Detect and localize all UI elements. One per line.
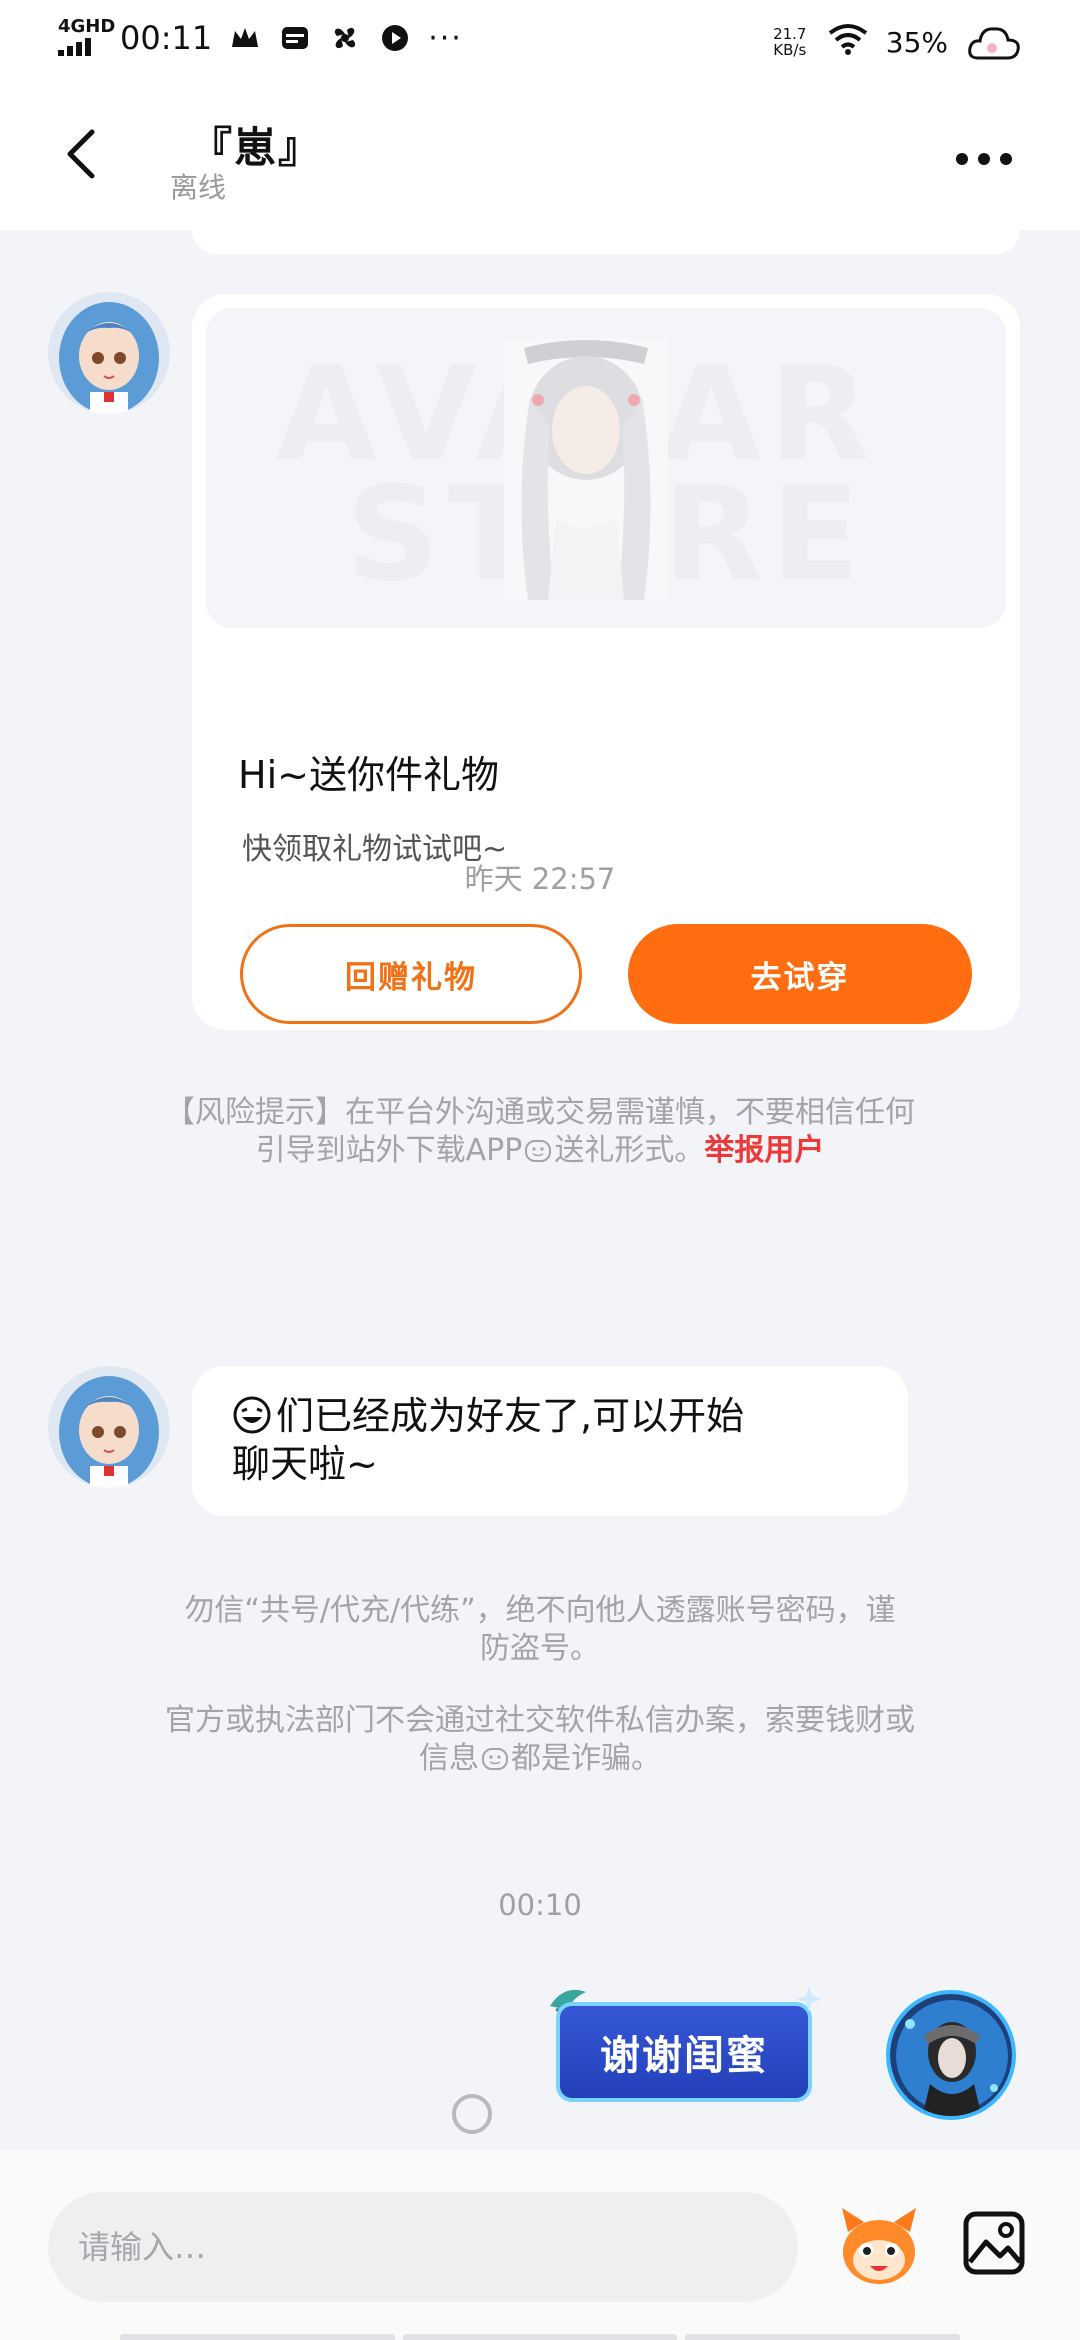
- risk-notice-line2-end: 送礼形式。: [554, 1133, 705, 1168]
- safety-notice-1: 勿信“共号/代充/代练”，绝不向他人透露账号密码，谨 防盗号。: [80, 1592, 1000, 1668]
- timestamp-yesterday: 昨天 22:57: [464, 862, 616, 896]
- safety-notice-2: 官方或执法部门不会通过社交软件私信办案，索要钱财或 信息 都是诈骗。: [80, 1702, 1000, 1778]
- contact-status: 离线: [170, 171, 227, 204]
- gift-preview-image[interactable]: AVATAR STORE: [206, 308, 1006, 628]
- safety-notice-2-line2-end: 都是诈骗。: [511, 1741, 661, 1776]
- laughing-emoji-icon: [233, 1396, 271, 1434]
- status-bar: 4GHD 00:11 ··· 21.7 KB/s 35%: [0, 0, 1080, 84]
- safety-notice-2-line2: 信息: [419, 1741, 479, 1776]
- network-indicator: 4GHD: [58, 16, 115, 58]
- risk-notice-line2: 引导到站外下载APP: [255, 1133, 523, 1168]
- crown-icon: [228, 21, 262, 55]
- sticker-message[interactable]: 谢谢闺蜜: [546, 1980, 824, 2120]
- friend-avatar[interactable]: [48, 292, 170, 414]
- message-input-bar: [0, 2150, 1080, 2340]
- emoji-mascot-icon[interactable]: [834, 2202, 924, 2292]
- timestamp-today: 00:10: [498, 1888, 582, 1922]
- speed-unit: KB/s: [773, 41, 807, 59]
- safety-notice-1-line2: 防盗号。: [480, 1631, 600, 1666]
- try-on-button[interactable]: 去试穿: [628, 924, 972, 1024]
- return-gift-button[interactable]: 回赠礼物: [240, 924, 582, 1024]
- friend-message-bubble[interactable]: 们已经成为好友了,可以开始 聊天啦~: [192, 1366, 908, 1516]
- gift-title: Hi~送你件礼物: [238, 753, 499, 797]
- back-button[interactable]: [58, 124, 106, 184]
- network-label: 4GHD: [58, 16, 116, 37]
- wifi-icon: [828, 23, 868, 62]
- fan-icon: [328, 21, 362, 55]
- quick-reply-strip: [120, 2334, 961, 2340]
- image-picker-icon[interactable]: [962, 2210, 1026, 2276]
- wallet-icon: [278, 21, 312, 55]
- emoji-face-icon: [482, 1748, 508, 1770]
- more-dots-icon[interactable]: [956, 144, 1026, 174]
- friend-message-line2: 聊天啦~: [232, 1442, 378, 1486]
- chat-header: 『崽』 离线: [0, 84, 1080, 230]
- my-avatar[interactable]: [886, 1990, 1016, 2120]
- sending-indicator: [452, 2094, 492, 2134]
- signal-bars-icon: [58, 38, 91, 56]
- risk-notice-line1: 【风险提示】在平台外沟通或交易需谨慎，不要相信任何: [165, 1095, 915, 1130]
- message-input[interactable]: [48, 2192, 798, 2302]
- more-notifications-icon: ···: [428, 20, 463, 56]
- chat-message-list[interactable]: AVATAR STORE Hi~送你件礼物 快领取礼物试试吧~ 回赠礼物 去试穿…: [0, 230, 1080, 2150]
- report-user-link[interactable]: 举报用户: [704, 1133, 824, 1168]
- safety-notice-1-line1: 勿信“共号/代充/代练”，绝不向他人透露账号密码，谨: [184, 1593, 896, 1628]
- battery-level: 35%: [885, 25, 948, 59]
- emoji-face-icon: [525, 1140, 552, 1162]
- sticker-text: 谢谢闺蜜: [556, 2002, 812, 2102]
- play-icon: [378, 21, 412, 55]
- safety-notice-2-line1: 官方或执法部门不会通过社交软件私信办案，索要钱财或: [165, 1703, 915, 1738]
- network-speed: 21.7 KB/s: [770, 26, 810, 58]
- speed-value: 21.7: [773, 25, 807, 43]
- hair-item-icon: [504, 338, 668, 600]
- friend-avatar-2[interactable]: [48, 1366, 170, 1488]
- cloud-icon: [966, 22, 1022, 62]
- previous-message-card: [192, 230, 1020, 254]
- sparkle-icon: [796, 1986, 822, 2012]
- gift-card[interactable]: AVATAR STORE Hi~送你件礼物 快领取礼物试试吧~ 回赠礼物 去试穿: [192, 294, 1020, 1030]
- back-arrow-icon: [67, 129, 95, 179]
- status-time: 00:11: [120, 19, 213, 57]
- risk-notice: 【风险提示】在平台外沟通或交易需谨慎，不要相信任何 引导到站外下载APP 送礼形式…: [80, 1094, 1000, 1170]
- friend-message-line1: 们已经成为好友了,可以开始: [276, 1394, 745, 1438]
